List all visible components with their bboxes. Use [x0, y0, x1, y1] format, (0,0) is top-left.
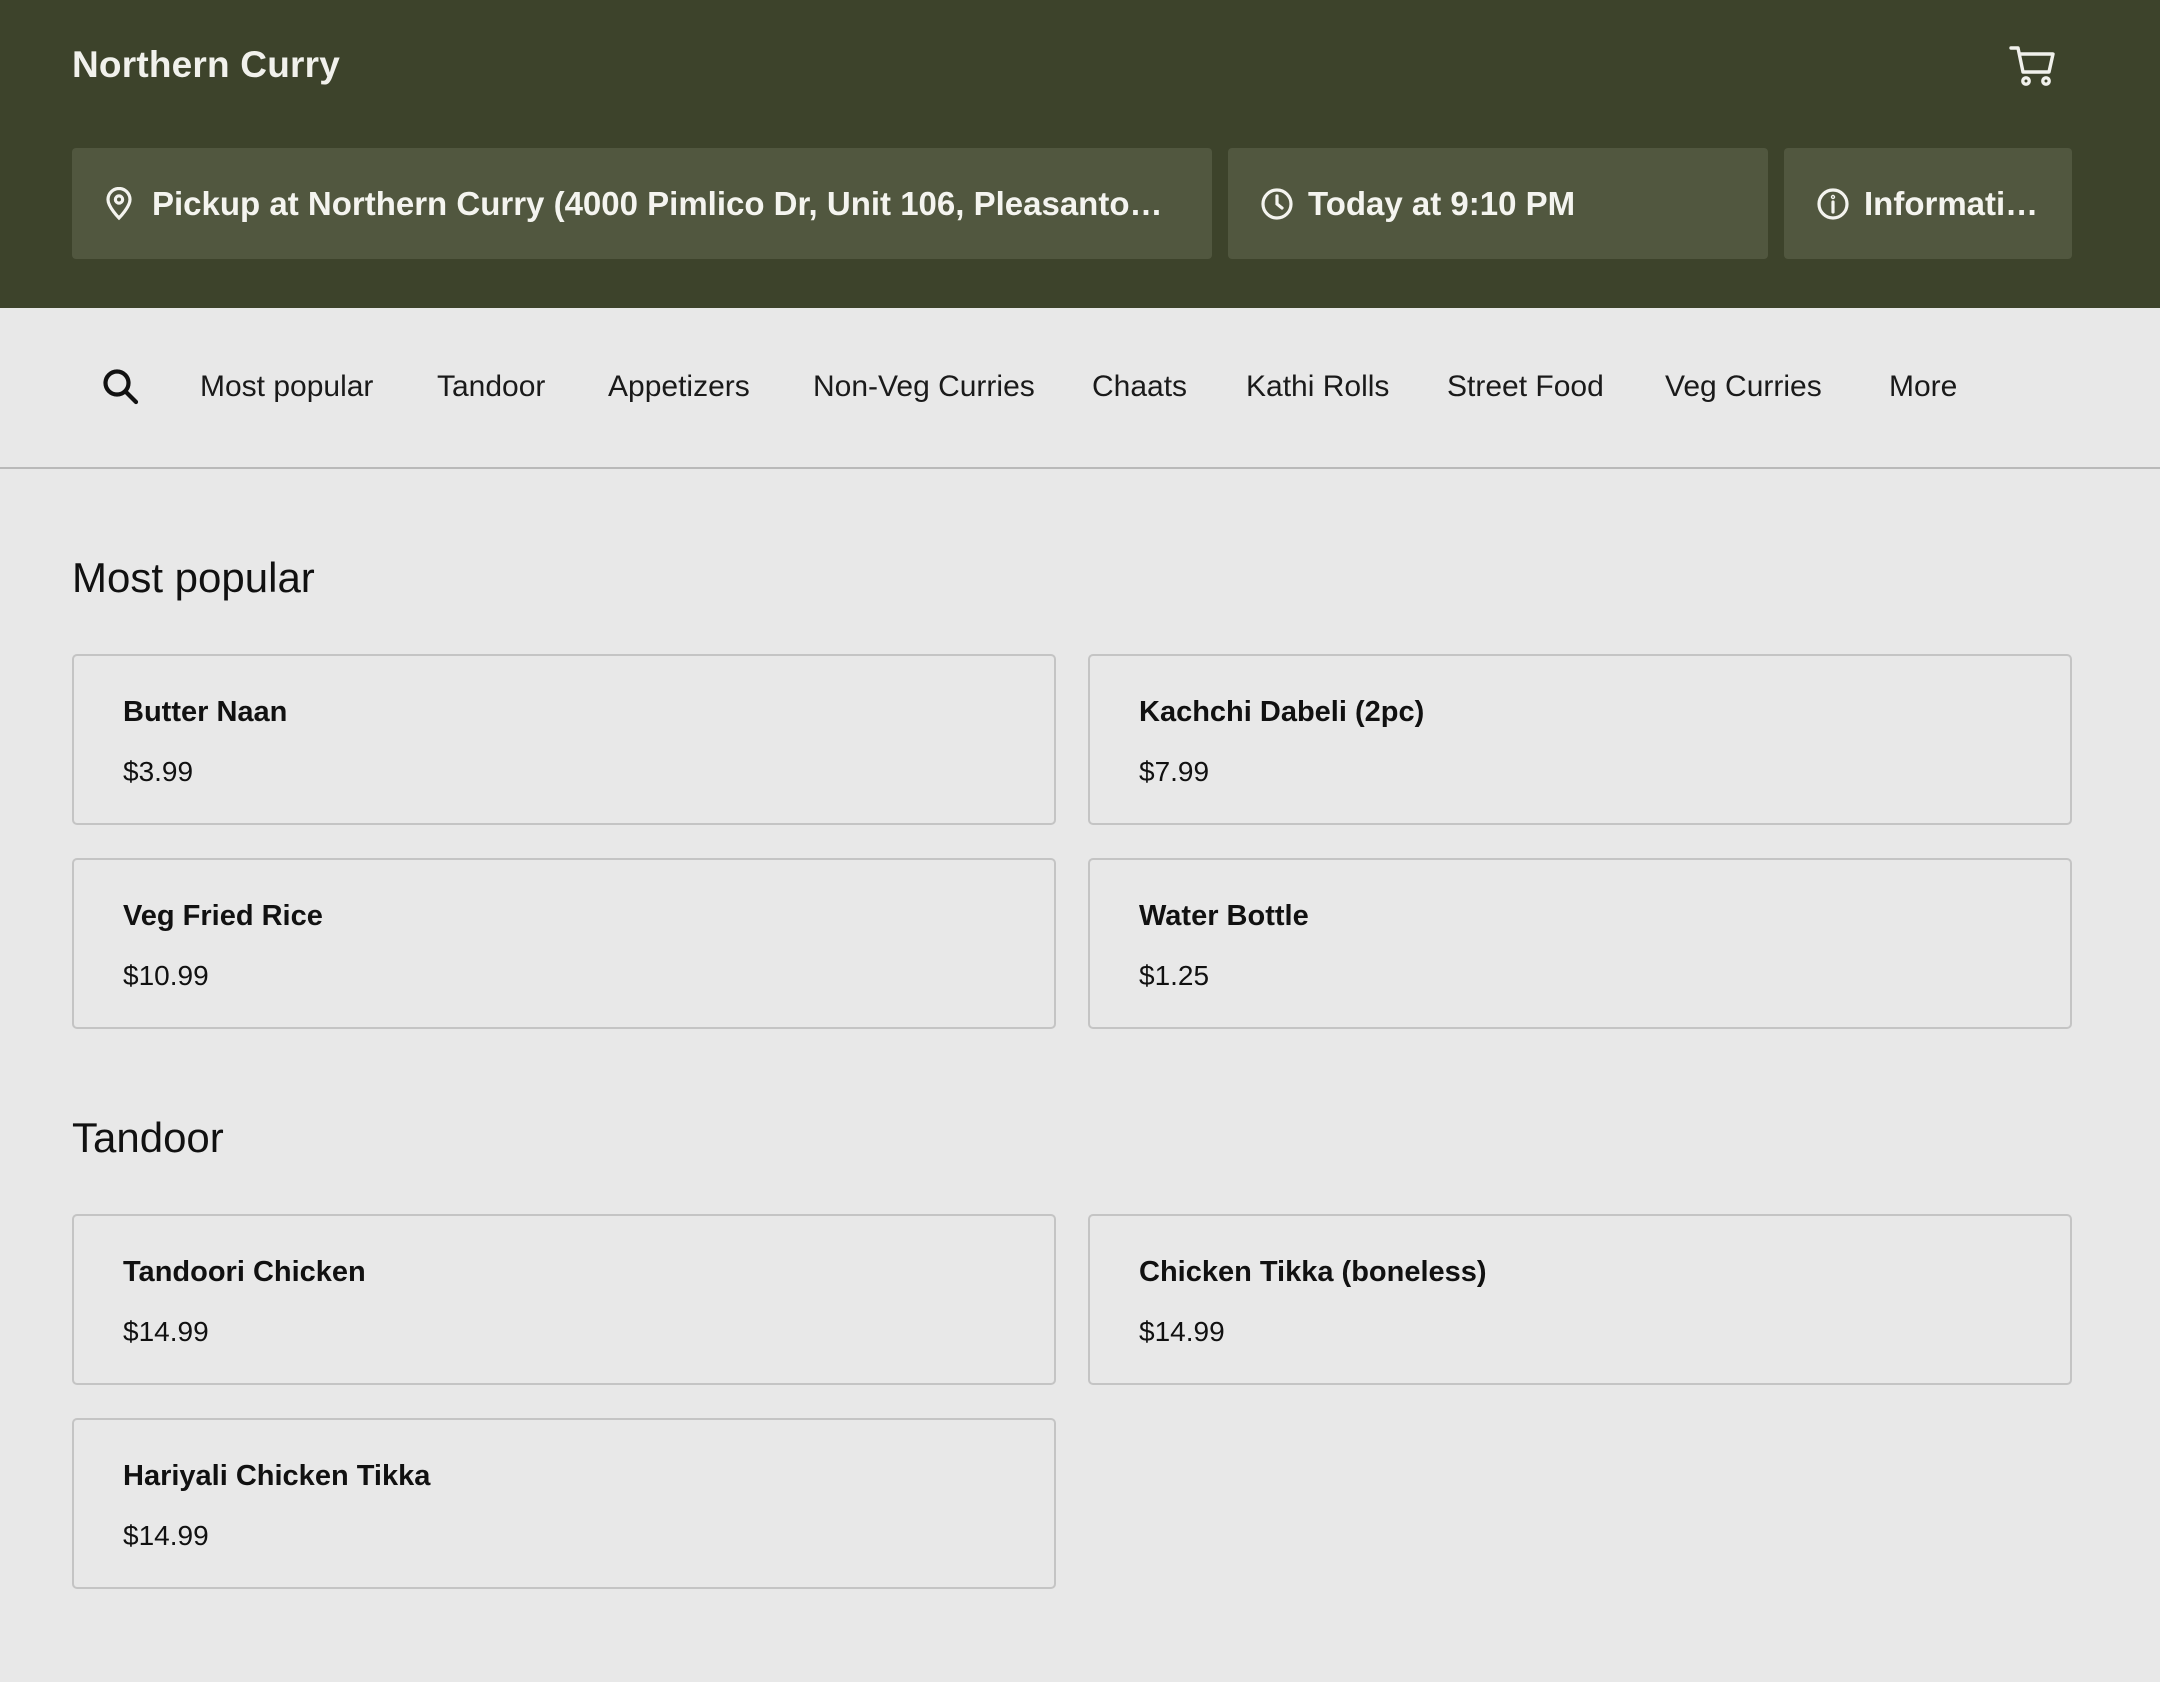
pickup-location-button[interactable]: Pickup at Northern Curry (4000 Pimlico D… — [72, 148, 1212, 259]
menu-item-card[interactable]: Butter Naan $3.99 — [72, 654, 1056, 825]
store-header: Northern Curry Pickup at Northern Curry … — [0, 0, 2160, 308]
category-tandoor[interactable]: Tandoor — [437, 370, 545, 404]
menu-item-card[interactable]: Hariyali Chicken Tikka $14.99 — [72, 1418, 1056, 1589]
search-icon — [103, 369, 139, 405]
pickup-location-label: Pickup at Northern Curry (4000 Pimlico D… — [152, 184, 1180, 222]
menu-item-price: $14.99 — [1139, 1316, 1225, 1347]
category-most-popular[interactable]: Most popular — [200, 370, 373, 404]
category-appetizers[interactable]: Appetizers — [608, 370, 750, 404]
store-name: Northern Curry — [72, 44, 340, 85]
menu-item-price: $10.99 — [123, 960, 209, 991]
cart-button[interactable] — [2000, 38, 2066, 94]
category-non-veg-curries[interactable]: Non-Veg Curries — [813, 370, 1035, 404]
pickup-time-label: Today at 9:10 PM — [1308, 184, 1576, 222]
section-title: Tandoor — [72, 1114, 224, 1161]
menu-item-name: Hariyali Chicken Tikka — [123, 1460, 431, 1492]
category-chaats[interactable]: Chaats — [1092, 370, 1187, 404]
clock-icon — [1260, 187, 1294, 221]
menu-item-name: Tandoori Chicken — [123, 1256, 366, 1288]
category-street-food[interactable]: Street Food — [1447, 370, 1604, 404]
menu-item-card[interactable]: Veg Fried Rice $10.99 — [72, 858, 1056, 1029]
category-kathi-rolls[interactable]: Kathi Rolls — [1246, 370, 1389, 404]
category-more[interactable]: More — [1889, 370, 1957, 404]
search-button[interactable] — [100, 366, 142, 408]
category-nav: Most popular Tandoor Appetizers Non-Veg … — [0, 308, 2160, 469]
menu-item-name: Veg Fried Rice — [123, 900, 323, 932]
menu-item-card[interactable]: Kachchi Dabeli (2pc) $7.99 — [1088, 654, 2072, 825]
info-icon — [1816, 187, 1850, 221]
menu-item-price: $7.99 — [1139, 756, 1210, 787]
menu-item-price: $1.25 — [1139, 960, 1210, 991]
location-pin-icon — [104, 186, 138, 221]
menu-item-card[interactable]: Tandoori Chicken $14.99 — [72, 1214, 1056, 1385]
pickup-time-button[interactable]: Today at 9:10 PM — [1228, 148, 1768, 259]
cart-icon — [2009, 46, 2055, 86]
menu-item-name: Kachchi Dabeli (2pc) — [1139, 696, 1425, 728]
information-label: Information — [1864, 184, 2040, 222]
menu-item-card[interactable]: Chicken Tikka (boneless) $14.99 — [1088, 1214, 2072, 1385]
section-title: Most popular — [72, 554, 315, 601]
menu-item-name: Chicken Tikka (boneless) — [1139, 1256, 1487, 1288]
menu-item-price: $14.99 — [123, 1316, 209, 1347]
menu-item-name: Butter Naan — [123, 696, 288, 728]
menu-item-price: $3.99 — [123, 756, 194, 787]
menu-item-card[interactable]: Water Bottle $1.25 — [1088, 858, 2072, 1029]
menu-item-price: $14.99 — [123, 1520, 209, 1551]
category-veg-curries[interactable]: Veg Curries — [1665, 370, 1822, 404]
information-button[interactable]: Information — [1784, 148, 2072, 259]
menu-item-name: Water Bottle — [1139, 900, 1309, 932]
